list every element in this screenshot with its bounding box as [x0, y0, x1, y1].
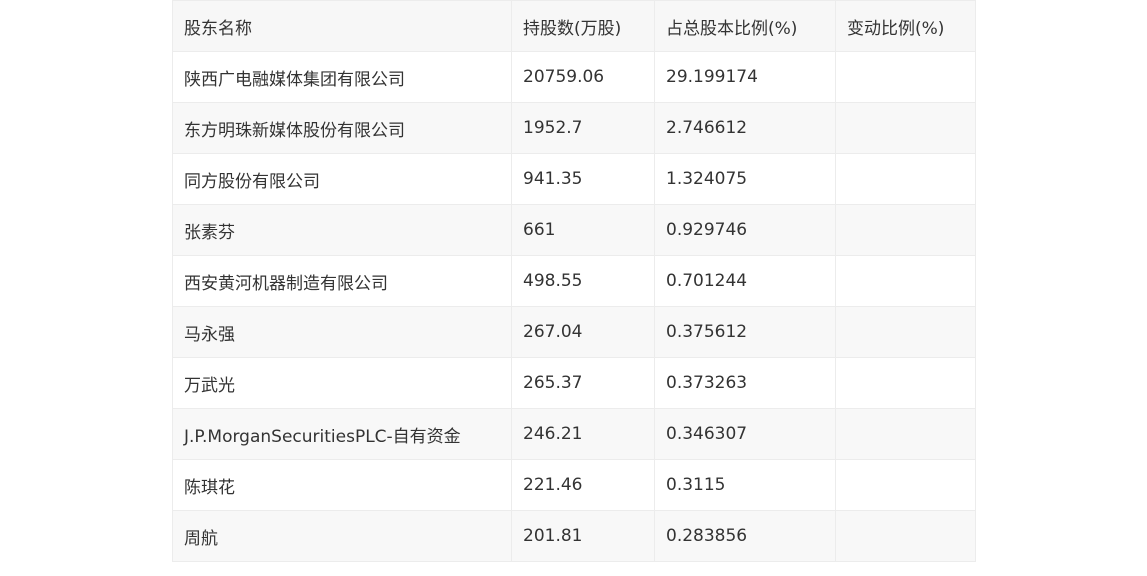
table-row: 西安黄河机器制造有限公司 498.55 0.701244 — [172, 255, 976, 307]
cell-share-ratio: 0.3115 — [654, 459, 836, 511]
cell-shareholder-name: 陕西广电融媒体集团有限公司 — [172, 51, 512, 103]
cell-change-ratio — [835, 204, 976, 256]
cell-shares-held: 498.55 — [511, 255, 655, 307]
cell-change-ratio — [835, 255, 976, 307]
table-row: J.P.MorganSecuritiesPLC-自有资金 246.21 0.34… — [172, 408, 976, 460]
cell-shareholder-name: 东方明珠新媒体股份有限公司 — [172, 102, 512, 154]
cell-change-ratio — [835, 153, 976, 205]
cell-shares-held: 1952.7 — [511, 102, 655, 154]
cell-shareholder-name: 陈琪花 — [172, 459, 512, 511]
header-shareholder-name: 股东名称 — [172, 0, 512, 52]
cell-share-ratio: 0.283856 — [654, 510, 836, 562]
cell-share-ratio: 0.346307 — [654, 408, 836, 460]
table-row: 马永强 267.04 0.375612 — [172, 306, 976, 358]
table-row: 陕西广电融媒体集团有限公司 20759.06 29.199174 — [172, 51, 976, 103]
cell-change-ratio — [835, 408, 976, 460]
table-row: 陈琪花 221.46 0.3115 — [172, 459, 976, 511]
cell-share-ratio: 29.199174 — [654, 51, 836, 103]
cell-shares-held: 221.46 — [511, 459, 655, 511]
cell-share-ratio: 0.701244 — [654, 255, 836, 307]
cell-change-ratio — [835, 357, 976, 409]
cell-shares-held: 941.35 — [511, 153, 655, 205]
header-row: 股东名称 持股数(万股) 占总股本比例(%) 变动比例(%) — [172, 0, 976, 52]
header-change-ratio: 变动比例(%) — [835, 0, 976, 52]
cell-shares-held: 661 — [511, 204, 655, 256]
table-body: 陕西广电融媒体集团有限公司 20759.06 29.199174 东方明珠新媒体… — [172, 51, 976, 562]
cell-shareholder-name: 同方股份有限公司 — [172, 153, 512, 205]
header-share-ratio: 占总股本比例(%) — [654, 0, 836, 52]
cell-share-ratio: 0.375612 — [654, 306, 836, 358]
cell-share-ratio: 1.324075 — [654, 153, 836, 205]
cell-shares-held: 265.37 — [511, 357, 655, 409]
shareholder-table-container: 股东名称 持股数(万股) 占总股本比例(%) 变动比例(%) 陕西广电融媒体集团… — [172, 0, 976, 562]
table-row: 同方股份有限公司 941.35 1.324075 — [172, 153, 976, 205]
cell-change-ratio — [835, 306, 976, 358]
cell-change-ratio — [835, 102, 976, 154]
table-row: 东方明珠新媒体股份有限公司 1952.7 2.746612 — [172, 102, 976, 154]
cell-share-ratio: 2.746612 — [654, 102, 836, 154]
cell-change-ratio — [835, 510, 976, 562]
cell-shareholder-name: J.P.MorganSecuritiesPLC-自有资金 — [172, 408, 512, 460]
cell-share-ratio: 0.373263 — [654, 357, 836, 409]
cell-shareholder-name: 张素芬 — [172, 204, 512, 256]
cell-shares-held: 20759.06 — [511, 51, 655, 103]
shareholder-table: 股东名称 持股数(万股) 占总股本比例(%) 变动比例(%) 陕西广电融媒体集团… — [172, 0, 976, 562]
table-row: 周航 201.81 0.283856 — [172, 510, 976, 562]
cell-shareholder-name: 万武光 — [172, 357, 512, 409]
cell-change-ratio — [835, 51, 976, 103]
cell-shares-held: 246.21 — [511, 408, 655, 460]
cell-shares-held: 267.04 — [511, 306, 655, 358]
cell-change-ratio — [835, 459, 976, 511]
table-header: 股东名称 持股数(万股) 占总股本比例(%) 变动比例(%) — [172, 0, 976, 52]
table-row: 张素芬 661 0.929746 — [172, 204, 976, 256]
table-row: 万武光 265.37 0.373263 — [172, 357, 976, 409]
cell-shares-held: 201.81 — [511, 510, 655, 562]
cell-shareholder-name: 西安黄河机器制造有限公司 — [172, 255, 512, 307]
cell-shareholder-name: 周航 — [172, 510, 512, 562]
cell-shareholder-name: 马永强 — [172, 306, 512, 358]
cell-share-ratio: 0.929746 — [654, 204, 836, 256]
header-shares-held: 持股数(万股) — [511, 0, 655, 52]
